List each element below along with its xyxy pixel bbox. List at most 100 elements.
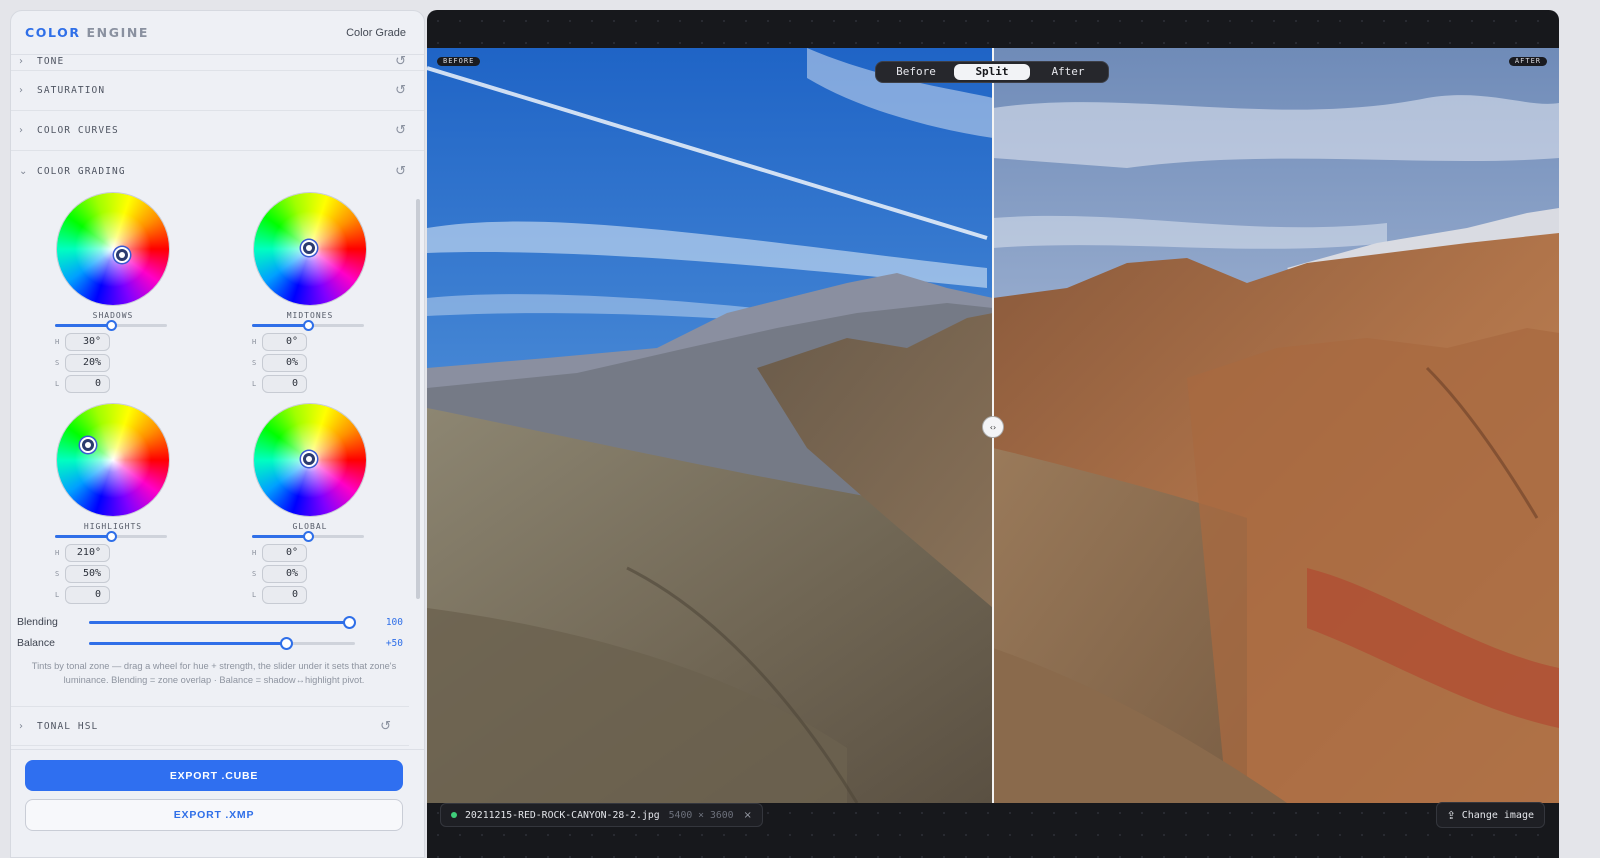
luminance-slider[interactable] <box>55 531 167 542</box>
hue-input[interactable]: 0° <box>262 333 307 351</box>
luminance-slider[interactable] <box>55 320 167 331</box>
saturation-input[interactable]: 0% <box>262 565 307 583</box>
chevron-right-icon: › <box>19 85 23 96</box>
reset-icon[interactable]: ↺ <box>395 164 406 179</box>
before-image <box>427 48 993 803</box>
color-grading-body: SHADOWS H 30° S 20% L 0 MIDTONES H 0° S … <box>11 191 424 709</box>
section-title: TONAL HSL <box>37 720 99 732</box>
luminance-input[interactable]: 0 <box>65 375 110 393</box>
change-image-label: Change image <box>1461 809 1534 821</box>
export-area: EXPORT .CUBE EXPORT .XMP <box>11 749 424 857</box>
app-title: COLOR ENGINE <box>25 25 150 40</box>
section-title: TONE <box>37 56 65 67</box>
slider-thumb[interactable] <box>303 320 314 331</box>
wheel-label: GLOBAL <box>292 522 328 531</box>
section-title: COLOR GRADING <box>37 165 126 177</box>
after-tag: AFTER <box>1508 57 1547 66</box>
landscape-before <box>427 48 993 803</box>
status-dot <box>451 812 457 818</box>
section-saturation[interactable]: › SATURATION ↺ <box>11 71 424 111</box>
hue-field: H 0° <box>252 333 307 351</box>
slider-thumb[interactable] <box>106 320 117 331</box>
luminance-field: L 0 <box>252 375 307 393</box>
luminance-field: L 0 <box>55 586 110 604</box>
balance-label: Balance <box>17 637 55 649</box>
wheel-label: MIDTONES <box>286 311 334 320</box>
wheel-label: SHADOWS <box>92 311 134 320</box>
saturation-field: S 50% <box>55 565 110 583</box>
view-mode-split[interactable]: Split <box>954 64 1030 80</box>
balance-slider[interactable] <box>89 636 355 650</box>
landscape-after <box>993 48 1559 803</box>
wheel-handle[interactable] <box>301 451 317 467</box>
luminance-input[interactable]: 0 <box>65 586 110 604</box>
reset-icon[interactable]: ↺ <box>395 54 406 69</box>
section-title: SATURATION <box>37 85 106 96</box>
color-engine-panel: COLOR ENGINE Color Grade › TONE ↺ › SATU… <box>10 10 425 858</box>
saturation-field: S 0% <box>252 565 307 583</box>
slider-thumb[interactable] <box>303 531 314 542</box>
chevron-down-icon: ⌄ <box>19 165 28 177</box>
hue-field: H 0° <box>252 544 307 562</box>
hue-input[interactable]: 210° <box>65 544 110 562</box>
saturation-field: S 0% <box>252 354 307 372</box>
change-image-button[interactable]: ⇪ Change image <box>1435 802 1545 828</box>
blending-value: 100 <box>385 616 403 628</box>
reset-icon[interactable]: ↺ <box>395 123 406 138</box>
hue-input[interactable]: 30° <box>65 333 110 351</box>
section-title: COLOR CURVES <box>37 125 119 136</box>
panel-header: COLOR ENGINE Color Grade <box>11 11 424 55</box>
color-wheel-highlights[interactable] <box>57 404 169 516</box>
luminance-slider[interactable] <box>252 531 364 542</box>
wheel-handle[interactable] <box>80 437 96 453</box>
color-wheel-midtones[interactable] <box>254 193 366 305</box>
file-dimensions: 5400 × 3600 <box>668 809 734 821</box>
wheel-handle[interactable] <box>301 240 317 256</box>
reset-icon[interactable]: ↺ <box>395 83 406 98</box>
chevron-right-icon: › <box>19 720 23 732</box>
section-tone[interactable]: › TONE ↺ <box>11 53 424 71</box>
luminance-field: L 0 <box>252 586 307 604</box>
section-color-curves[interactable]: › COLOR CURVES ↺ <box>11 111 424 151</box>
saturation-field: S 20% <box>55 354 110 372</box>
luminance-input[interactable]: 0 <box>262 586 307 604</box>
chevron-right-icon: › <box>19 125 23 136</box>
section-color-grading[interactable]: ⌄ COLOR GRADING ↺ <box>11 151 424 191</box>
luminance-field: L 0 <box>55 375 110 393</box>
grading-hint-text: Tints by tonal zone — drag a wheel for h… <box>31 661 397 685</box>
export-cube-button[interactable]: EXPORT .CUBE <box>25 760 403 791</box>
upload-icon: ⇪ <box>1446 808 1456 822</box>
wheel-handle[interactable] <box>114 247 130 263</box>
image-viewer: ‹› BEFORE AFTER Before Split After 20211… <box>427 10 1559 858</box>
drag-handle-icon[interactable]: ‹› <box>982 416 1004 438</box>
hue-field: H 30° <box>55 333 110 351</box>
saturation-input[interactable]: 0% <box>262 354 307 372</box>
blending-slider-row: Blending 100 <box>17 614 403 630</box>
saturation-input[interactable]: 50% <box>65 565 110 583</box>
view-mode-after[interactable]: After <box>1030 64 1106 80</box>
blending-label: Blending <box>17 616 58 628</box>
slider-thumb[interactable] <box>280 636 293 650</box>
saturation-input[interactable]: 20% <box>65 354 110 372</box>
hue-input[interactable]: 0° <box>262 544 307 562</box>
luminance-input[interactable]: 0 <box>262 375 307 393</box>
export-xmp-button[interactable]: EXPORT .XMP <box>25 799 403 831</box>
before-tag: BEFORE <box>437 57 481 66</box>
file-name: 20211215-RED-ROCK-CANYON-28-2.jpg <box>465 809 660 821</box>
slider-thumb[interactable] <box>106 531 117 542</box>
slider-thumb[interactable] <box>343 615 356 629</box>
blending-slider[interactable] <box>89 615 356 629</box>
section-tonal-hsl[interactable]: › TONAL HSL ↺ <box>11 706 409 746</box>
close-icon[interactable]: × <box>744 810 752 821</box>
after-image <box>993 48 1559 803</box>
color-wheel-shadows[interactable] <box>57 193 169 305</box>
luminance-slider[interactable] <box>252 320 364 331</box>
color-wheel-global[interactable] <box>254 404 366 516</box>
balance-value: +50 <box>385 637 403 649</box>
panel-scrollbar[interactable] <box>416 199 420 599</box>
wheel-label: HIGHLIGHTS <box>83 522 143 531</box>
file-info-bar: 20211215-RED-ROCK-CANYON-28-2.jpg 5400 ×… <box>440 803 763 827</box>
mode-label: Color Grade <box>346 26 406 39</box>
reset-icon[interactable]: ↺ <box>380 719 391 734</box>
view-mode-before[interactable]: Before <box>878 64 954 80</box>
